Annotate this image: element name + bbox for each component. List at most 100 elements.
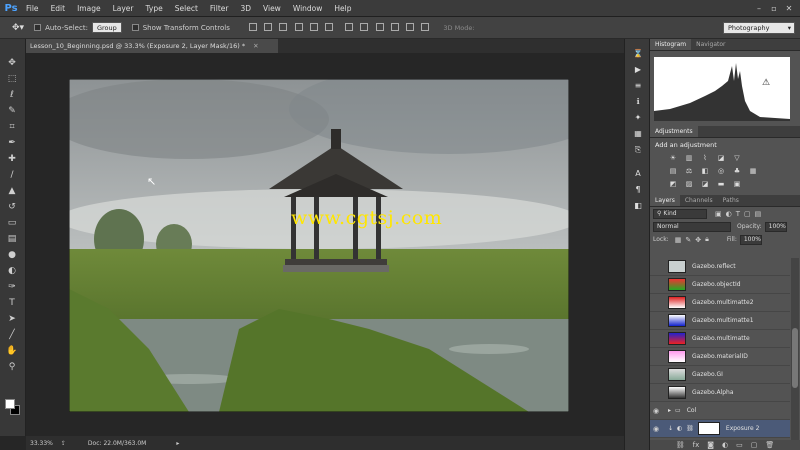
- distribute-right-icon[interactable]: [421, 22, 430, 31]
- distribute-left-icon[interactable]: [390, 22, 399, 31]
- character-icon[interactable]: A: [633, 169, 643, 179]
- shape-tool-button[interactable]: ╱: [6, 329, 18, 341]
- layer-row[interactable]: Gazebo.GI: [650, 366, 790, 384]
- eyedropper-tool-button[interactable]: ✒: [6, 137, 18, 149]
- clone-source-icon[interactable]: ⎘: [633, 145, 643, 155]
- distribute-hcenter-icon[interactable]: [406, 22, 415, 31]
- layer-row[interactable]: Gazebo.multimatte2: [650, 294, 790, 312]
- export-icon[interactable]: ⇪: [61, 440, 66, 447]
- tab-adjustments[interactable]: Adjustments: [650, 126, 698, 137]
- close-icon[interactable]: ✕: [782, 0, 796, 17]
- pen-tool-button[interactable]: ✑: [6, 281, 18, 293]
- menu-window[interactable]: Window: [287, 4, 329, 13]
- transform-controls-checkbox[interactable]: [131, 24, 139, 31]
- invert-icon[interactable]: ◩: [668, 180, 678, 189]
- crop-tool-button[interactable]: ⌗: [6, 121, 18, 133]
- zoom-level[interactable]: 33.33%: [30, 440, 53, 447]
- selective-color-icon[interactable]: ▣: [732, 180, 742, 189]
- canvas-area[interactable]: www.cgtsj.com ↖: [26, 53, 624, 436]
- align-hcenter-icon[interactable]: [309, 22, 318, 31]
- gradient-map-icon[interactable]: ▬: [716, 180, 726, 189]
- trash-icon[interactable]: 🗑︎: [765, 441, 774, 449]
- hand-tool-button[interactable]: ✋: [6, 345, 18, 357]
- menu-layer[interactable]: Layer: [107, 4, 140, 13]
- tab-paths[interactable]: Paths: [718, 195, 744, 206]
- new-group-icon[interactable]: ▭: [736, 441, 743, 449]
- menu-select[interactable]: Select: [169, 4, 204, 13]
- stamp-tool-button[interactable]: ▲: [6, 185, 18, 197]
- fx-icon[interactable]: fx: [693, 441, 700, 449]
- layer-row[interactable]: Gazebo.multimatte1: [650, 312, 790, 330]
- align-bottom-icon[interactable]: [279, 22, 288, 31]
- scrollbar-thumb[interactable]: [792, 328, 798, 388]
- eye-icon[interactable]: ◉: [650, 425, 662, 433]
- path-select-tool-button[interactable]: ➤: [6, 313, 18, 325]
- filter-type-icon[interactable]: T: [736, 210, 740, 218]
- blend-mode-dropdown[interactable]: Normal: [653, 221, 731, 232]
- filter-shape-icon[interactable]: ▢: [744, 210, 751, 218]
- posterize-icon[interactable]: ▨: [684, 180, 694, 189]
- menu-help[interactable]: Help: [328, 4, 357, 13]
- lock-all-icon[interactable]: 🔒︎: [705, 235, 709, 244]
- layer-row[interactable]: Gazebo.reflect: [650, 258, 790, 276]
- tab-histogram[interactable]: Histogram: [650, 39, 692, 50]
- foreground-color-swatch[interactable]: [5, 399, 15, 409]
- brightness-icon[interactable]: ☀: [668, 154, 678, 163]
- align-top-icon[interactable]: [248, 22, 257, 31]
- brush-presets-icon[interactable]: ✦: [633, 113, 643, 123]
- lasso-tool-button[interactable]: ℓ: [6, 89, 18, 101]
- threshold-icon[interactable]: ◪: [700, 180, 710, 189]
- menu-view[interactable]: View: [257, 4, 287, 13]
- zoom-tool-button[interactable]: ⚲: [6, 361, 18, 373]
- status-menu-arrow-icon[interactable]: ▸: [176, 440, 179, 447]
- layer-row[interactable]: Gazebo.materialID: [650, 348, 790, 366]
- actions-icon[interactable]: ▶: [633, 65, 643, 75]
- lock-image-icon[interactable]: ✎: [685, 236, 691, 244]
- tab-channels[interactable]: Channels: [680, 195, 718, 206]
- link-icon[interactable]: ⛓: [686, 425, 694, 432]
- history-icon[interactable]: ⌛: [633, 49, 643, 59]
- blur-tool-button[interactable]: ●: [6, 249, 18, 261]
- type-tool-button[interactable]: T: [6, 297, 18, 309]
- marquee-tool-button[interactable]: ⬚: [6, 73, 18, 85]
- workspace-dropdown[interactable]: Photography ▾: [723, 22, 795, 34]
- eraser-tool-button[interactable]: ▭: [6, 217, 18, 229]
- layer-row[interactable]: Gazebo.objectId: [650, 276, 790, 294]
- menu-3d[interactable]: 3D: [234, 4, 257, 13]
- add-mask-icon[interactable]: ◙: [707, 441, 714, 449]
- move-tool-button[interactable]: ✥: [6, 57, 18, 69]
- properties-icon[interactable]: ≡: [633, 81, 643, 91]
- maximize-icon[interactable]: ▫: [767, 0, 781, 17]
- eye-icon[interactable]: ◉: [650, 407, 662, 415]
- auto-select-checkbox[interactable]: [34, 24, 42, 31]
- document-image[interactable]: www.cgtsj.com ↖: [69, 79, 569, 412]
- minimize-icon[interactable]: –: [752, 0, 766, 17]
- tool-presets-icon[interactable]: ▦: [633, 129, 643, 139]
- history-brush-tool-button[interactable]: ↺: [6, 201, 18, 213]
- quick-select-tool-button[interactable]: ✎: [6, 105, 18, 117]
- exposure-icon[interactable]: ◪: [716, 154, 726, 163]
- filter-adjustment-icon[interactable]: ◐: [726, 210, 732, 218]
- layer-group-row[interactable]: ◉ ▸ ▭ Col: [650, 402, 790, 420]
- paragraph-icon[interactable]: ¶: [633, 185, 643, 195]
- distribute-bottom-icon[interactable]: [375, 22, 384, 31]
- auto-select-dropdown[interactable]: Group: [91, 22, 122, 33]
- layer-row[interactable]: Gazebo.multimatte: [650, 330, 790, 348]
- move-tool-icon[interactable]: ✥▾: [12, 23, 24, 33]
- new-adjustment-icon[interactable]: ◐: [722, 441, 728, 449]
- lock-position-icon[interactable]: ✥: [695, 236, 701, 244]
- gradient-tool-button[interactable]: ▤: [6, 233, 18, 245]
- menu-filter[interactable]: Filter: [204, 4, 235, 13]
- photo-filter-icon[interactable]: ◎: [716, 167, 726, 176]
- align-right-icon[interactable]: [325, 22, 334, 31]
- menu-image[interactable]: Image: [71, 4, 107, 13]
- healing-tool-button[interactable]: ✚: [6, 153, 18, 165]
- info-icon[interactable]: ℹ: [633, 97, 643, 107]
- tab-navigator[interactable]: Navigator: [691, 39, 730, 50]
- menu-edit[interactable]: Edit: [45, 4, 72, 13]
- tab-layers[interactable]: Layers: [650, 195, 680, 206]
- layers-scrollbar[interactable]: [791, 258, 799, 440]
- lock-transparent-icon[interactable]: ▦: [675, 236, 682, 244]
- distribute-top-icon[interactable]: [345, 22, 354, 31]
- align-left-icon[interactable]: [294, 22, 303, 31]
